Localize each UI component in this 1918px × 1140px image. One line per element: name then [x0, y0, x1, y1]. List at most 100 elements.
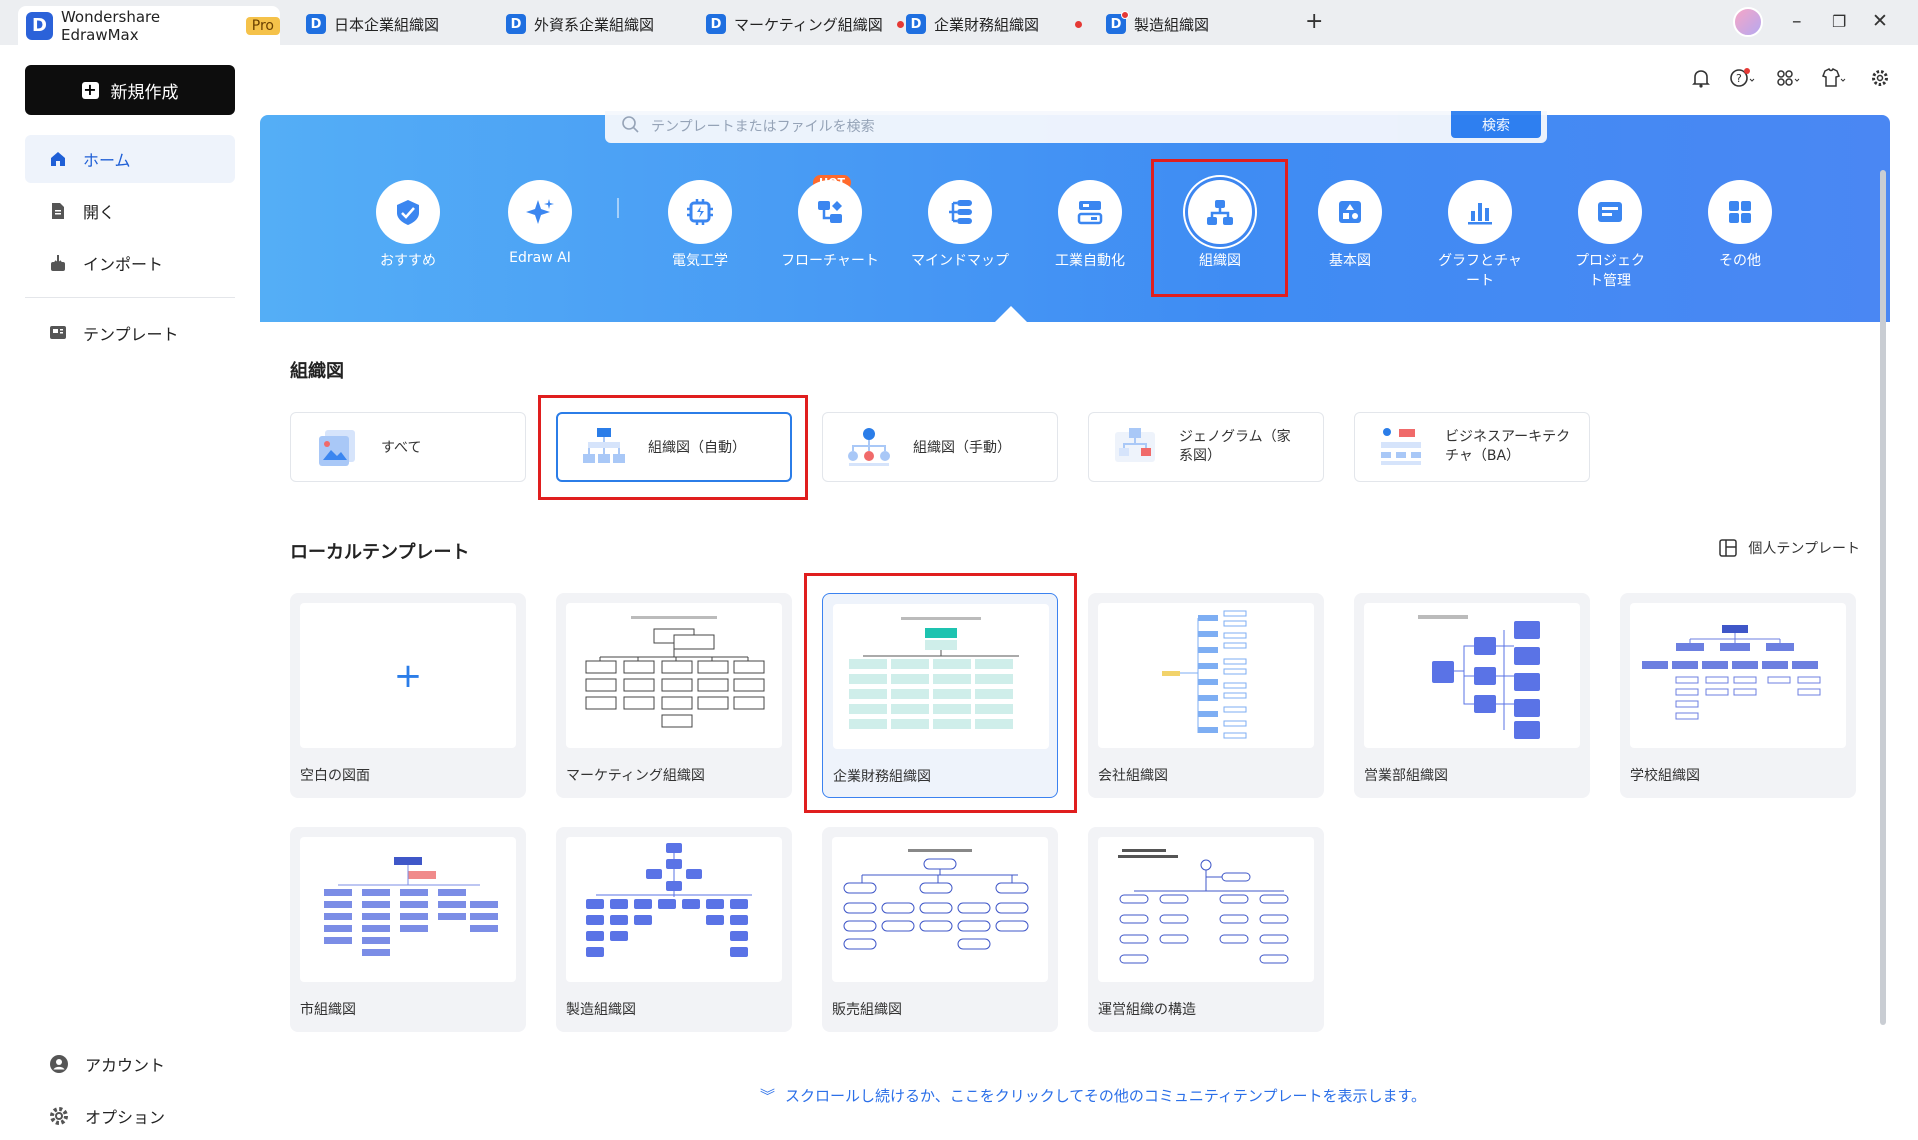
- search-bar[interactable]: テンプレートまたはファイルを検索 検索: [605, 111, 1547, 143]
- category-basic[interactable]: 基本図: [1290, 180, 1410, 270]
- template-card-blank[interactable]: + 空白の図面: [290, 593, 526, 798]
- electrical-icon: [668, 180, 732, 244]
- category-label: プロジェクト管理: [1575, 253, 1645, 289]
- template-label: 運営組織の構造: [1098, 1002, 1196, 1018]
- section-title: 組織図: [290, 361, 344, 382]
- template-thumbnail: [1098, 603, 1314, 748]
- template-card-marketing[interactable]: マーケティング組織図: [556, 593, 792, 798]
- document-icon: D: [306, 14, 326, 34]
- subcategory-label: ビジネスアーキテクチャ（BA）: [1445, 429, 1571, 464]
- doc-tab[interactable]: D マーケティング組織図: [698, 8, 904, 40]
- mindmap-icon: [928, 180, 992, 244]
- doc-tab-label: 企業財務組織図: [934, 15, 1040, 34]
- apps-grid-icon[interactable]: [1776, 68, 1802, 93]
- all-templates-icon: [319, 430, 355, 466]
- user-avatar[interactable]: [1733, 7, 1763, 37]
- template-card-city[interactable]: 市組織図: [290, 827, 526, 1032]
- flowchart-icon: [798, 180, 862, 244]
- sidebar-item-templates[interactable]: テンプレート: [25, 309, 235, 357]
- import-icon: [51, 255, 65, 271]
- chart-icon: [1448, 180, 1512, 244]
- template-thumbnail: [566, 603, 782, 748]
- category-label: おすすめ: [380, 253, 436, 269]
- pro-badge: Pro: [245, 16, 280, 35]
- personal-templates-link[interactable]: 個人テンプレート: [1718, 538, 1860, 558]
- subcategory-label: 組織図（手動）: [913, 440, 1011, 456]
- ai-sparkle-icon: [508, 180, 572, 244]
- search-button[interactable]: 検索: [1451, 111, 1541, 138]
- sidebar-item-options[interactable]: オプション: [25, 1092, 235, 1140]
- more-grid-icon: [1708, 180, 1772, 244]
- svg-text:?: ?: [1736, 72, 1742, 85]
- category-electrical[interactable]: 電気工学: [640, 180, 760, 270]
- tab-home[interactable]: D Wondershare EdrawMax Pro: [18, 6, 280, 45]
- project-icon: [1578, 180, 1642, 244]
- category-recommend[interactable]: おすすめ: [348, 180, 468, 270]
- template-card-sales-dept[interactable]: 営業部組織図: [1354, 593, 1590, 798]
- template-card-company[interactable]: 会社組織図: [1088, 593, 1324, 798]
- template-thumbnail: [300, 837, 516, 982]
- category-label: 電気工学: [672, 253, 728, 269]
- category-project[interactable]: プロジェクト管理: [1550, 180, 1670, 290]
- sidebar: + 新規作成 ホーム 開く インポート テンプレート アカウント オプション: [0, 45, 260, 1140]
- category-mindmap[interactable]: マインドマップ: [900, 180, 1020, 270]
- doc-tab[interactable]: D 企業財務組織図: [898, 8, 1083, 40]
- template-label: 営業部組織図: [1364, 768, 1448, 784]
- sidebar-item-import[interactable]: インポート: [25, 239, 235, 287]
- new-tab-plus-icon[interactable]: +: [1305, 9, 1323, 34]
- category-more[interactable]: その他: [1680, 180, 1800, 270]
- app-name: Wondershare EdrawMax: [60, 7, 161, 44]
- search-input[interactable]: テンプレートまたはファイルを検索: [651, 116, 875, 136]
- business-arch-icon: [1381, 428, 1421, 465]
- doc-tab[interactable]: D 製造組織図: [1098, 8, 1209, 40]
- subcategory-org-manual[interactable]: 組織図（手動）: [822, 412, 1058, 482]
- category-automation[interactable]: 工業自動化: [1030, 180, 1150, 270]
- template-label: マーケティング組織図: [566, 768, 705, 784]
- plus-icon: +: [81, 80, 99, 99]
- subcategory-all[interactable]: すべて: [290, 412, 526, 482]
- template-icon: [50, 326, 66, 339]
- doc-tab-label: 製造組織図: [1134, 15, 1210, 34]
- template-card-admin[interactable]: 運営組織の構造: [1088, 827, 1324, 1032]
- subcategory-genogram[interactable]: ジェノグラム（家系図）: [1088, 412, 1324, 482]
- automation-icon: [1058, 180, 1122, 244]
- main-content: テンプレートまたはファイルを検索 検索 おすすめ Edraw AI HOT 電気…: [260, 111, 1890, 1140]
- doc-tab-label: 日本企業組織図: [334, 15, 440, 34]
- sidebar-divider: [25, 297, 235, 298]
- personal-templates-label: 個人テンプレート: [1748, 541, 1860, 557]
- sidebar-item-label: オプション: [85, 1108, 166, 1127]
- doc-tab[interactable]: D 外資系企業組織図: [498, 8, 654, 40]
- gear-icon: [50, 1107, 68, 1125]
- account-icon: [50, 1055, 68, 1073]
- close-icon[interactable]: ✕: [1872, 10, 1888, 32]
- doc-tab[interactable]: D 日本企業組織図: [298, 8, 439, 40]
- scrollbar[interactable]: [1880, 170, 1886, 1025]
- subcategory-business-arch[interactable]: ビジネスアーキテクチャ（BA）: [1354, 412, 1590, 482]
- bell-icon[interactable]: [1692, 68, 1710, 93]
- sidebar-item-open[interactable]: 開く: [25, 187, 235, 235]
- more-templates-link[interactable]: ︾ スクロールし続けるか、ここをクリックしてその他のコミュニティテンプレートを表示…: [760, 1085, 1426, 1106]
- restore-icon[interactable]: ❐: [1832, 12, 1846, 31]
- sidebar-item-account[interactable]: アカウント: [25, 1040, 235, 1088]
- doc-tab-label: 外資系企業組織図: [534, 15, 655, 34]
- settings-gear-icon[interactable]: [1870, 68, 1890, 93]
- category-edraw-ai[interactable]: Edraw AI: [480, 180, 600, 266]
- category-flowchart[interactable]: フローチャート: [770, 180, 890, 270]
- template-card-sales[interactable]: 販売組織図: [822, 827, 1058, 1032]
- sidebar-item-home[interactable]: ホーム: [25, 135, 235, 183]
- subcategory-label: ジェノグラム（家系図）: [1179, 429, 1291, 464]
- document-icon: D: [906, 14, 926, 34]
- sidebar-item-label: インポート: [83, 255, 164, 274]
- category-charts[interactable]: グラフとチャート: [1420, 180, 1540, 290]
- help-icon[interactable]: ?: [1730, 68, 1756, 93]
- template-label: 市組織図: [300, 1002, 356, 1018]
- search-icon: [622, 116, 639, 133]
- template-thumbnail: +: [300, 603, 516, 748]
- theme-shirt-icon[interactable]: [1820, 67, 1848, 93]
- category-label: 基本図: [1329, 253, 1371, 269]
- template-card-manufacturing[interactable]: 製造組織図: [556, 827, 792, 1032]
- new-document-button[interactable]: + 新規作成: [25, 65, 235, 115]
- minimize-icon[interactable]: –: [1792, 10, 1802, 32]
- template-card-school[interactable]: 学校組織図: [1620, 593, 1856, 798]
- document-icon: D: [706, 14, 726, 34]
